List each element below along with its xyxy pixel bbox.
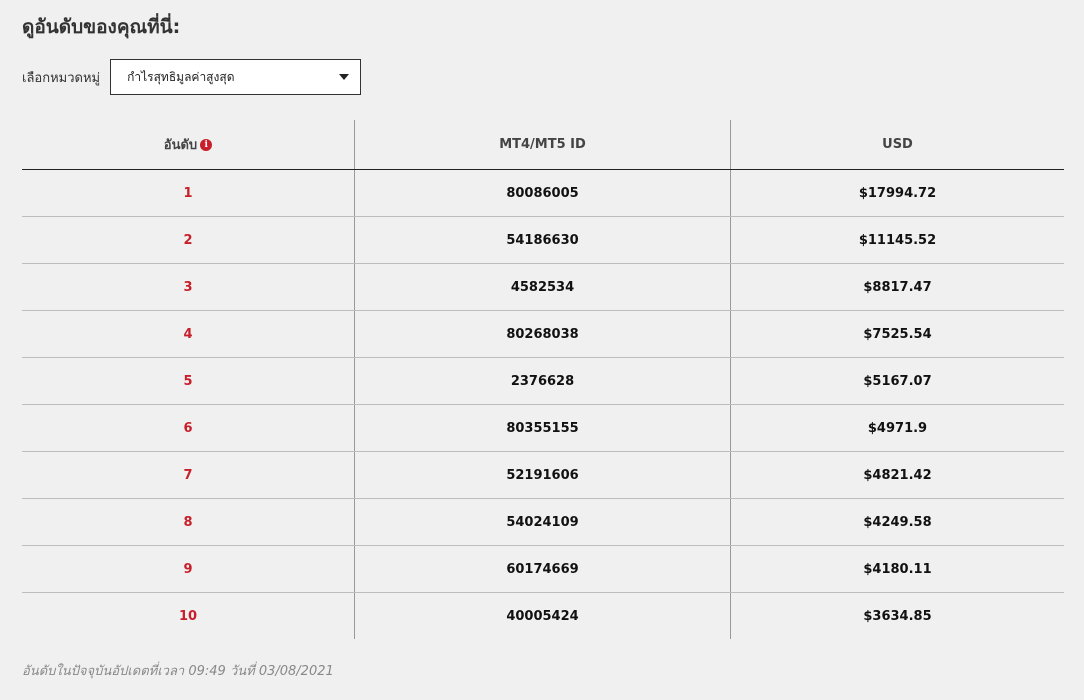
- usd-cell: $4971.9: [730, 404, 1064, 452]
- table-header-row: อันดับ i MT4/MT5 ID USD: [22, 120, 1064, 170]
- usd-cell: $4821.42: [730, 451, 1064, 499]
- rank-cell: 5: [22, 357, 355, 405]
- table-row: 5 2376628 $5167.07: [22, 357, 1064, 405]
- table-row: 8 54024109 $4249.58: [22, 498, 1064, 546]
- category-label: เลือกหมวดหมู่: [22, 70, 101, 86]
- table-row: 2 54186630 $11145.52: [22, 216, 1064, 264]
- header-rank: อันดับ i: [22, 120, 355, 170]
- usd-cell: $4249.58: [730, 498, 1064, 546]
- table-row: 4 80268038 $7525.54: [22, 310, 1064, 358]
- id-cell: 4582534: [354, 263, 731, 311]
- usd-cell: $5167.07: [730, 357, 1064, 405]
- rank-cell: 9: [22, 545, 355, 593]
- table-row: 10 40005424 $3634.85: [22, 592, 1064, 639]
- rank-cell: 7: [22, 451, 355, 499]
- usd-cell: $11145.52: [730, 216, 1064, 264]
- id-cell: 2376628: [354, 357, 731, 405]
- usd-cell: $3634.85: [863, 608, 932, 624]
- header-usd: USD: [730, 120, 1064, 170]
- caret-down-icon: [339, 74, 350, 80]
- rank-cell: 3: [22, 263, 355, 311]
- header-id: MT4/MT5 ID: [354, 120, 731, 170]
- id-cell: 80268038: [354, 310, 731, 358]
- header-rank-label: อันดับ: [163, 138, 198, 153]
- rank-cell: 6: [22, 404, 355, 452]
- usd-cell: $8817.47: [730, 263, 1064, 311]
- usd-cell: $7525.54: [730, 310, 1064, 358]
- table-row: 6 80355155 $4971.9: [22, 404, 1064, 452]
- table-row: 9 60174669 $4180.11: [22, 545, 1064, 593]
- id-cell: 80355155: [354, 404, 731, 452]
- table-row: 7 52191606 $4821.42: [22, 451, 1064, 499]
- id-cell: 54024109: [354, 498, 731, 546]
- id-cell: 52191606: [354, 451, 731, 499]
- category-select[interactable]: กำไรสุทธิมูลค่าสูงสุด: [110, 59, 362, 95]
- category-select-value: กำไรสุทธิมูลค่าสูงสุด: [127, 69, 235, 84]
- last-updated-note: อันดับในปัจจุบันอัปเดตที่เวลา 09:49 วันท…: [22, 664, 334, 679]
- category-filter: เลือกหมวดหมู่ กำไรสุทธิมูลค่าสูงสุด: [22, 58, 362, 96]
- leaderboard-page: ดูอันดับของคุณที่นี่: เลือกหมวดหมู่ กำไร…: [0, 0, 1084, 700]
- ranking-table: อันดับ i MT4/MT5 ID USD 1 80086005 $17994…: [22, 120, 1064, 639]
- usd-cell: $4180.11: [730, 545, 1064, 593]
- id-cell: 40005424: [354, 592, 731, 639]
- table-row: 3 4582534 $8817.47: [22, 263, 1064, 311]
- rank-cell: 8: [22, 498, 355, 546]
- table-row: 1 80086005 $17994.72: [22, 169, 1064, 217]
- rank-cell: 2: [22, 216, 355, 264]
- rank-cell: 4: [22, 310, 355, 358]
- info-icon[interactable]: i: [200, 138, 213, 151]
- id-cell: 80086005: [354, 169, 731, 217]
- usd-cell: $17994.72: [730, 169, 1064, 217]
- rank-cell: 1: [22, 169, 355, 217]
- id-cell: 60174669: [354, 545, 731, 593]
- id-cell: 54186630: [354, 216, 731, 264]
- page-title: ดูอันดับของคุณที่นี่:: [22, 16, 181, 38]
- rank-cell: 10: [22, 592, 355, 639]
